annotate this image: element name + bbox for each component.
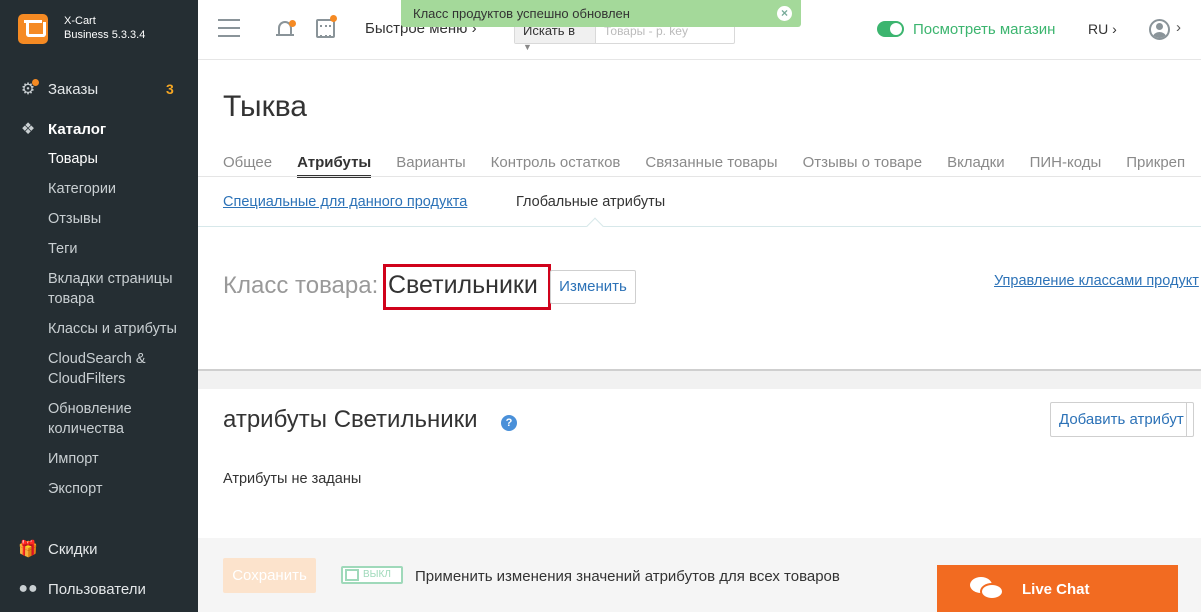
users-icon: ●●: [18, 580, 38, 597]
sidebar-subitem-tags[interactable]: Теги: [48, 239, 188, 259]
sidebar-item-label: Заказы: [48, 80, 99, 98]
page-title: Тыква: [223, 90, 307, 123]
sidebar-subitem-products[interactable]: Товары: [48, 149, 188, 169]
orders-notify-dot: [32, 79, 39, 86]
chat-bubbles-icon: [970, 577, 1004, 600]
apply-all-label: Применить изменения значений атрибутов д…: [415, 568, 840, 585]
subtab-global-attributes[interactable]: Глобальные атрибуты: [516, 194, 665, 210]
apply-all-switch[interactable]: ВЫКЛ: [341, 566, 403, 584]
sidebar-item-orders[interactable]: ⚙ Заказы 3: [0, 74, 198, 104]
sidebar-subitem-export[interactable]: Экспорт: [48, 479, 188, 499]
no-attributes-message: Атрибуты не заданы: [223, 471, 362, 487]
attribute-subtabs: Специальные для данного продукта Глобаль…: [198, 177, 1201, 235]
active-subtab-pointer: [586, 217, 604, 235]
xcart-logo-icon: [18, 14, 48, 44]
tab-pin-codes[interactable]: ПИН-коды: [1030, 154, 1102, 175]
manage-classes-link[interactable]: Управление классами продукт: [994, 273, 1199, 289]
sidebar-item-users[interactable]: ●● Пользователи: [0, 574, 198, 604]
add-attribute-button[interactable]: Добавить атрибут: [1050, 402, 1194, 437]
sidebar-subitem-inventory-update[interactable]: Обновление количества: [48, 399, 188, 439]
brand-version: Business 5.3.3.4: [64, 29, 146, 41]
switch-state-label: ВЫКЛ: [363, 569, 391, 580]
tab-attachments[interactable]: Прикреп: [1126, 154, 1185, 175]
bell-icon[interactable]: [275, 18, 296, 40]
sidebar-item-catalog[interactable]: ❖ Каталог: [0, 114, 198, 144]
main-content: Тыква Общее Атрибуты Варианты Контроль оста…: [198, 60, 1201, 612]
product-class-label: Класс товара:: [223, 272, 379, 299]
brand-name: X-Cart: [64, 15, 96, 27]
live-chat-button[interactable]: Live Chat: [937, 565, 1178, 612]
gift-icon: 🎁: [18, 541, 38, 558]
calendar-icon[interactable]: [316, 15, 337, 38]
chevron-down-icon: ▼: [523, 42, 532, 52]
language-value: RU: [1088, 21, 1109, 37]
sidebar: X-Cart Business 5.3.3.4 ⚙ Заказы 3 ❖ Кат…: [0, 0, 198, 612]
switch-knob: [345, 569, 359, 581]
orders-count-badge: 3: [166, 81, 174, 97]
user-avatar-icon[interactable]: [1149, 19, 1170, 40]
sidebar-subitem-import[interactable]: Импорт: [48, 449, 188, 469]
chevron-right-icon: ›: [1112, 21, 1117, 37]
language-selector[interactable]: RU ›: [1088, 21, 1117, 37]
sidebar-subitem-categories[interactable]: Категории: [48, 179, 188, 199]
tab-related-products[interactable]: Связанные товары: [645, 154, 777, 175]
brand[interactable]: X-Cart Business 5.3.3.4: [0, 0, 198, 60]
sidebar-subitem-cloudsearch[interactable]: CloudSearch & CloudFilters: [48, 349, 188, 389]
tab-general[interactable]: Общее: [223, 154, 272, 175]
save-button[interactable]: Сохранить: [223, 558, 316, 593]
tab-tabs[interactable]: Вкладки: [947, 154, 1005, 175]
chevron-right-icon[interactable]: ›: [1176, 19, 1181, 36]
sidebar-item-label: Пользователи: [48, 580, 146, 598]
attributes-section-title: атрибуты Светильники: [223, 406, 478, 433]
tag-icon: ❖: [20, 121, 36, 138]
close-icon[interactable]: ×: [777, 6, 792, 21]
sidebar-subitem-classes-attributes[interactable]: Классы и атрибуты: [48, 319, 188, 339]
notification-text: Класс продуктов успешно обновлен: [413, 6, 630, 21]
section-separator: [198, 369, 1201, 389]
tab-variants[interactable]: Варианты: [396, 154, 465, 175]
sidebar-subitem-product-tabs[interactable]: Вкладки страницы товара: [48, 269, 188, 309]
tab-inventory[interactable]: Контроль остатков: [491, 154, 621, 175]
storefront-toggle[interactable]: [877, 21, 904, 37]
tab-attributes[interactable]: Атрибуты: [297, 154, 372, 178]
change-class-button[interactable]: Изменить: [550, 270, 636, 304]
view-store-link[interactable]: Посмотреть магазин: [913, 21, 1055, 38]
sidebar-item-label: Каталог: [48, 120, 107, 138]
success-notification: Класс продуктов успешно обновлен ×: [401, 0, 801, 27]
help-icon[interactable]: ?: [501, 415, 517, 431]
sidebar-subitem-reviews[interactable]: Отзывы: [48, 209, 188, 229]
sidebar-item-discounts[interactable]: 🎁 Скидки: [0, 534, 198, 564]
product-class-value: Светильники: [388, 271, 538, 299]
tab-reviews[interactable]: Отзывы о товаре: [803, 154, 923, 175]
menu-toggle-icon[interactable]: [218, 19, 240, 37]
product-tabs: Общее Атрибуты Варианты Контроль остатков Св…: [223, 154, 1201, 178]
live-chat-label: Live Chat: [1022, 581, 1090, 598]
sidebar-item-label: Скидки: [48, 540, 98, 558]
subtab-specific-attributes[interactable]: Специальные для данного продукта: [223, 194, 467, 210]
